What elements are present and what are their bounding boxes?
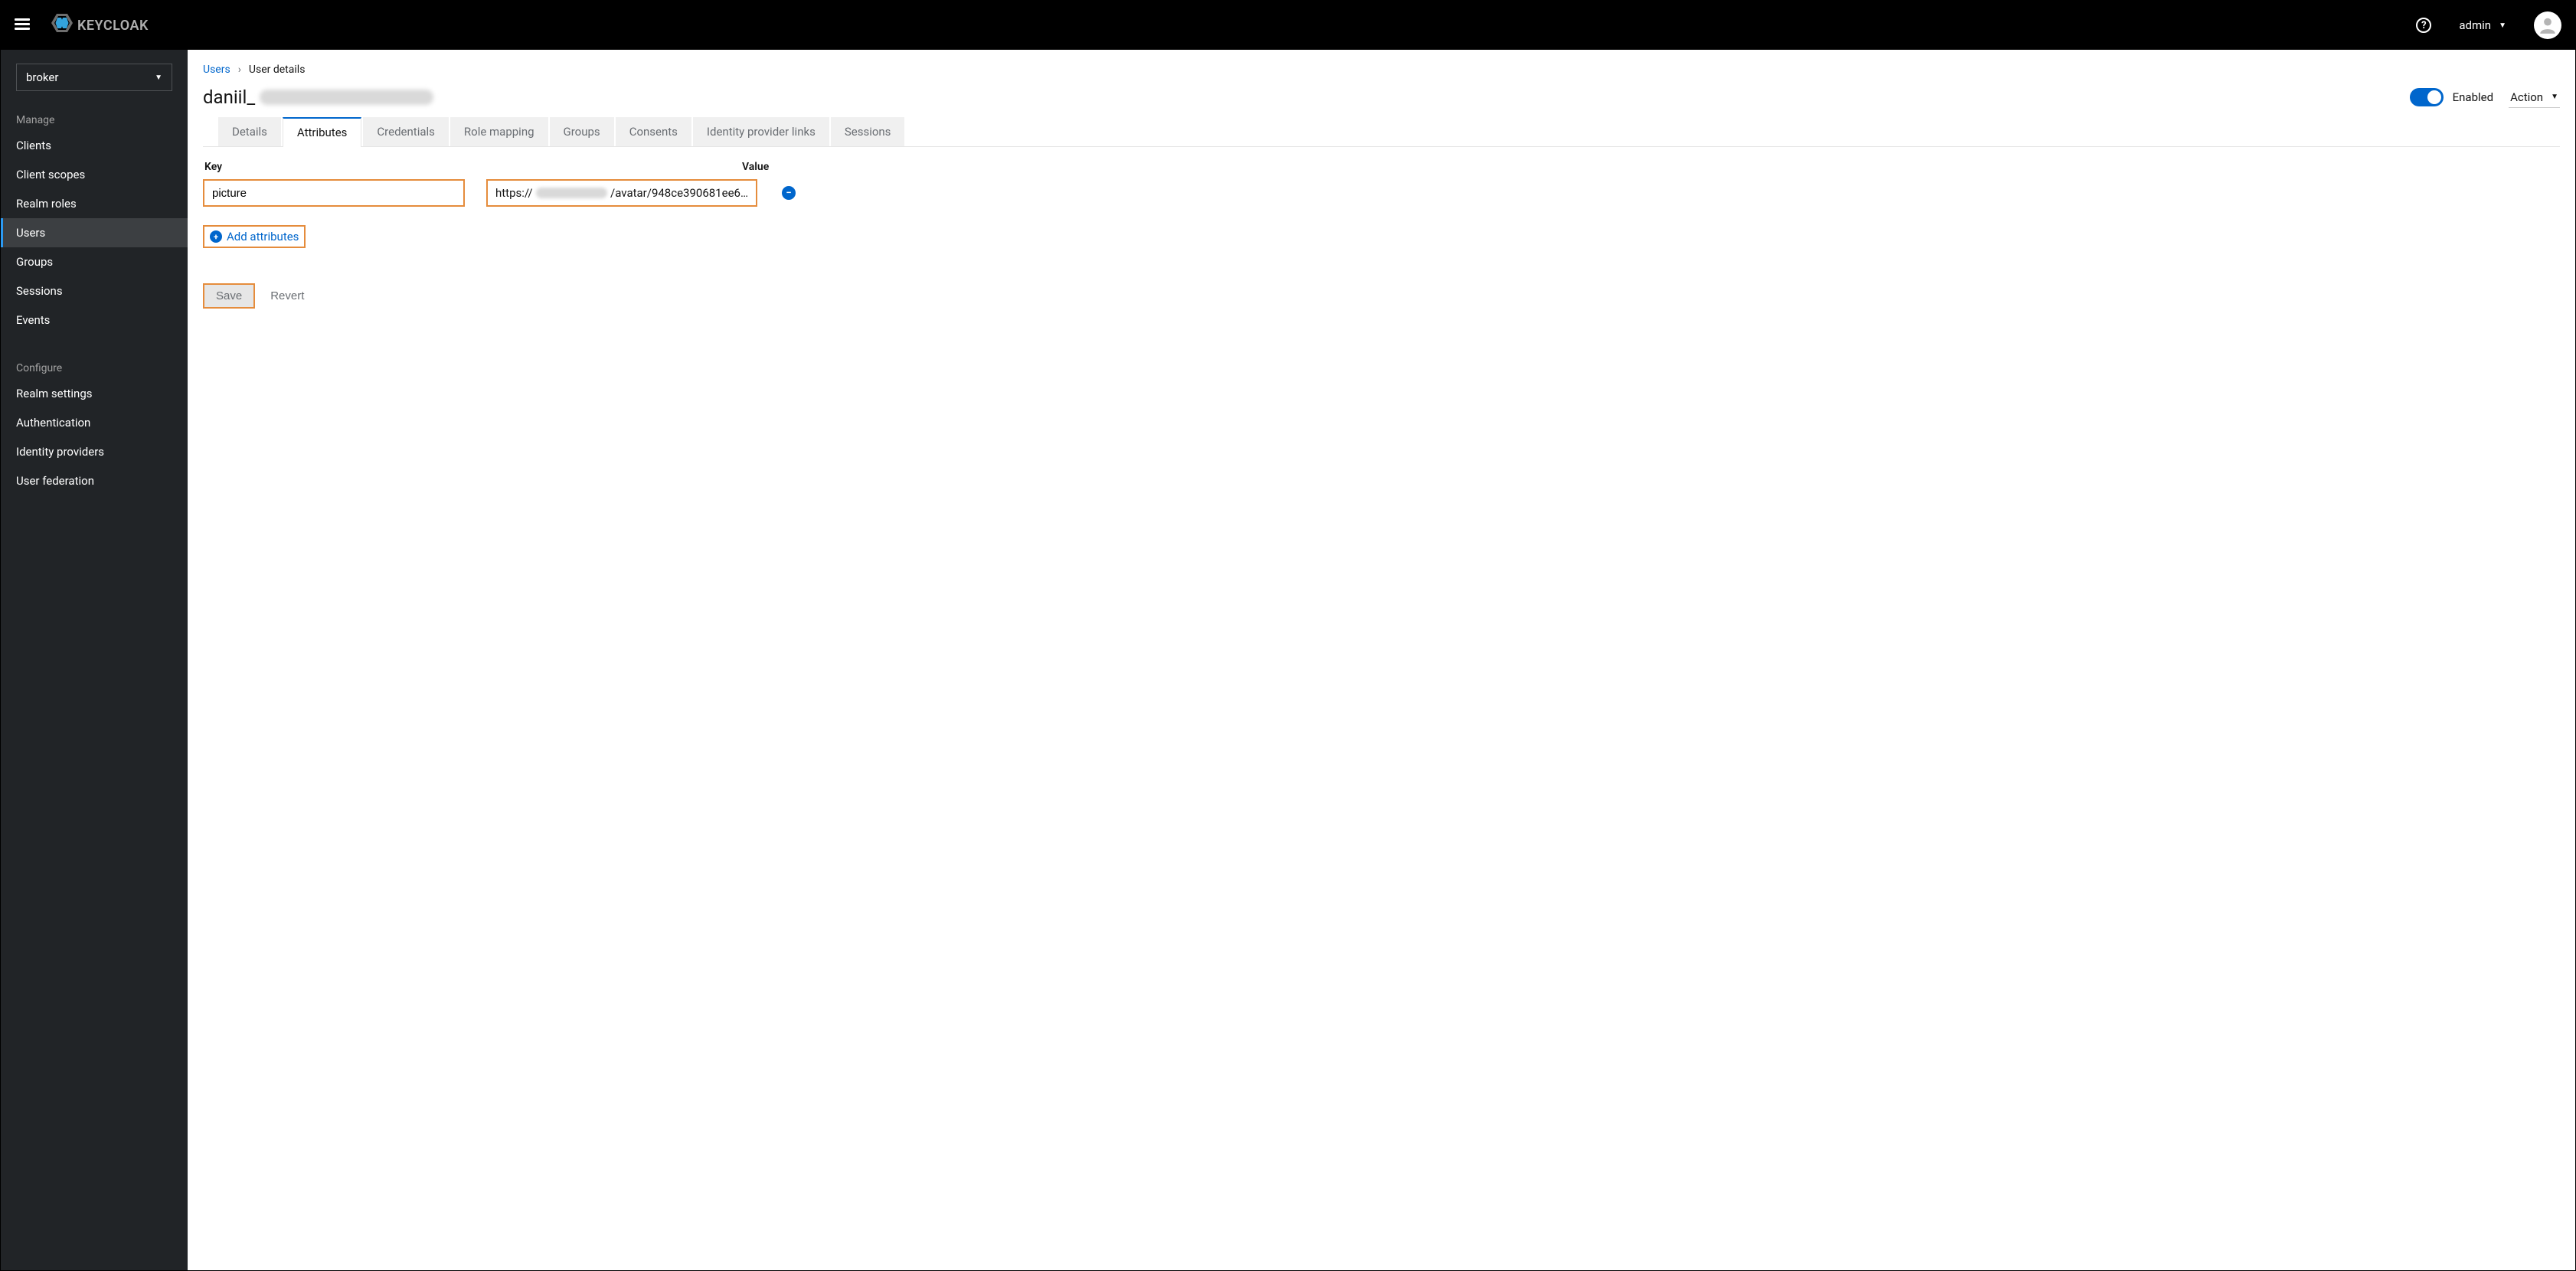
tab-details[interactable]: Details — [218, 117, 281, 146]
breadcrumb-users[interactable]: Users — [203, 64, 230, 76]
value-prefix: https:// — [495, 186, 533, 200]
page-title: daniil_ — [203, 87, 433, 108]
revert-button[interactable]: Revert — [270, 289, 304, 302]
section-manage-title: Manage — [1, 105, 188, 131]
enabled-switch[interactable] — [2410, 88, 2444, 106]
tab-attributes[interactable]: Attributes — [283, 117, 362, 147]
sidebar: broker ▼ Manage Clients Client scopes Re… — [1, 50, 188, 1270]
tab-idp-links[interactable]: Identity provider links — [693, 117, 829, 146]
topbar: KEYCLOAK ? admin ▼ — [1, 1, 2575, 50]
keycloak-icon — [51, 14, 73, 37]
sidebar-item-users[interactable]: Users — [1, 218, 188, 247]
sidebar-item-events[interactable]: Events — [1, 305, 188, 335]
caret-down-icon: ▼ — [2499, 21, 2506, 30]
tab-credentials[interactable]: Credentials — [363, 117, 448, 146]
logo[interactable]: KEYCLOAK — [51, 14, 149, 37]
chevron-right-icon: › — [238, 64, 241, 76]
tab-consents[interactable]: Consents — [616, 117, 691, 146]
redacted-text — [260, 90, 433, 105]
section-configure-title: Configure — [1, 353, 188, 379]
avatar-icon — [2538, 15, 2558, 35]
caret-down-icon: ▼ — [2551, 93, 2558, 101]
plus-circle-icon: + — [210, 230, 222, 243]
attr-value-header: Value — [742, 161, 769, 173]
sidebar-item-authentication[interactable]: Authentication — [1, 408, 188, 437]
main-content: Users › User details daniil_ Enabled Act… — [188, 50, 2575, 1270]
help-icon[interactable]: ? — [2416, 18, 2431, 33]
user-name: admin — [2459, 18, 2491, 32]
user-menu[interactable]: admin ▼ — [2459, 18, 2506, 32]
redacted-text — [536, 188, 607, 198]
sidebar-item-realm-settings[interactable]: Realm settings — [1, 379, 188, 408]
sidebar-item-realm-roles[interactable]: Realm roles — [1, 189, 188, 218]
page-title-prefix: daniil_ — [203, 87, 255, 108]
breadcrumb-current: User details — [249, 64, 306, 76]
action-menu[interactable]: Action ▼ — [2509, 87, 2560, 108]
sidebar-item-user-federation[interactable]: User federation — [1, 466, 188, 495]
attr-key-header: Key — [204, 161, 466, 173]
minus-icon: − — [786, 188, 791, 199]
tab-role-mapping[interactable]: Role mapping — [450, 117, 548, 146]
add-attributes-label: Add attributes — [227, 230, 299, 243]
tab-sessions[interactable]: Sessions — [831, 117, 905, 146]
logo-text: KEYCLOAK — [77, 18, 149, 34]
tab-groups[interactable]: Groups — [550, 117, 614, 146]
realm-selector[interactable]: broker ▼ — [16, 64, 172, 91]
add-attributes-button[interactable]: + Add attributes — [203, 225, 306, 248]
caret-down-icon: ▼ — [155, 74, 162, 82]
tabs: Details Attributes Credentials Role mapp… — [218, 117, 2560, 146]
attr-key-input[interactable] — [203, 179, 465, 207]
attr-value-input[interactable]: https:// /avatar/948ce390681ee6… — [486, 179, 757, 207]
sidebar-item-client-scopes[interactable]: Client scopes — [1, 160, 188, 189]
sidebar-item-clients[interactable]: Clients — [1, 131, 188, 160]
value-suffix: /avatar/948ce390681ee6… — [610, 186, 748, 200]
sidebar-item-sessions[interactable]: Sessions — [1, 276, 188, 305]
hamburger-icon — [15, 16, 30, 32]
enabled-toggle: Enabled — [2410, 88, 2493, 106]
remove-attribute-button[interactable]: − — [782, 186, 796, 200]
action-label: Action — [2510, 90, 2543, 104]
save-button[interactable]: Save — [203, 283, 255, 309]
realm-selected: broker — [26, 70, 58, 84]
avatar[interactable] — [2534, 11, 2561, 39]
sidebar-item-identity-providers[interactable]: Identity providers — [1, 437, 188, 466]
enabled-label: Enabled — [2453, 90, 2493, 104]
breadcrumb: Users › User details — [203, 64, 2560, 76]
sidebar-item-groups[interactable]: Groups — [1, 247, 188, 276]
menu-toggle-button[interactable] — [15, 16, 30, 35]
